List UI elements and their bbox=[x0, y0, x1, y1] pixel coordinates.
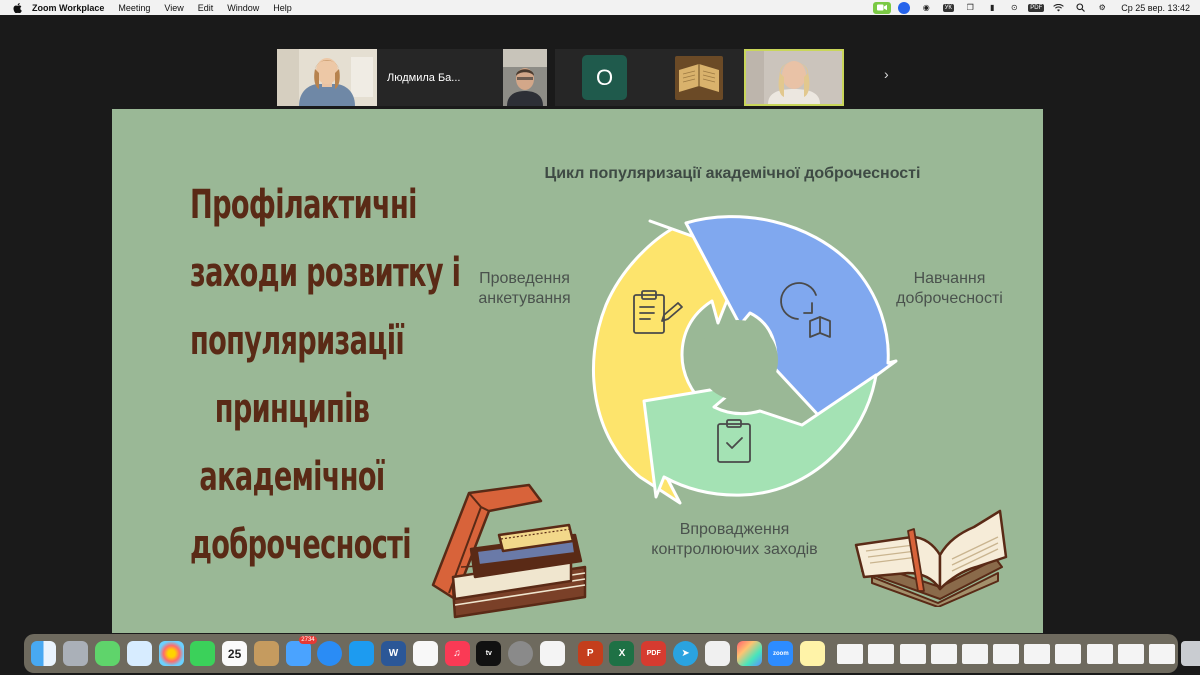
battery-icon[interactable]: ▮ bbox=[981, 0, 1003, 15]
freeform-icon[interactable] bbox=[539, 641, 565, 666]
participant-initial-avatar: О bbox=[582, 55, 627, 100]
safari-compass-icon[interactable] bbox=[126, 641, 152, 666]
safari-icon[interactable] bbox=[317, 641, 343, 666]
contacts-icon[interactable] bbox=[253, 641, 279, 666]
minimized-window-thumbnail[interactable] bbox=[1086, 643, 1113, 664]
stacked-books-illustration bbox=[431, 483, 587, 619]
minimized-window-thumbnail[interactable] bbox=[868, 643, 895, 664]
search-icon[interactable] bbox=[1069, 0, 1091, 15]
menu-edit[interactable]: Edit bbox=[198, 3, 214, 13]
textedit-icon[interactable] bbox=[704, 641, 730, 666]
minimized-window-thumbnail[interactable] bbox=[899, 643, 926, 664]
play-icon[interactable]: ⊙ bbox=[1003, 0, 1025, 15]
slide-title-line: принципів bbox=[214, 386, 370, 432]
cycle-step-training-label: Навчання доброчесності bbox=[896, 270, 1003, 307]
window-icon[interactable]: ❐ bbox=[959, 0, 981, 15]
mail-icon[interactable]: 2734 bbox=[285, 636, 317, 666]
gallery-next-arrow-icon[interactable]: › bbox=[884, 66, 896, 82]
keyboard-layout-indicator[interactable]: УК bbox=[937, 0, 959, 15]
apple-tv-icon[interactable]: tv bbox=[476, 641, 502, 666]
slide-title: Профілактичні заходи розвитку і популяри… bbox=[190, 171, 461, 579]
menu-meeting[interactable]: Meeting bbox=[118, 3, 150, 13]
menu-window[interactable]: Window bbox=[227, 3, 259, 13]
facetime-icon[interactable] bbox=[190, 641, 216, 666]
pdf-icon[interactable]: PDF bbox=[1025, 0, 1047, 15]
menubar-clock[interactable]: Ср 25 вер. 13:42 bbox=[1121, 3, 1190, 13]
participant-video-tile[interactable] bbox=[503, 49, 547, 106]
minimized-window-thumbnail[interactable] bbox=[837, 643, 864, 664]
participant-name: Людмила Ба... bbox=[387, 71, 461, 84]
telegram-icon[interactable]: ➤ bbox=[673, 641, 699, 666]
participant-video-tile[interactable] bbox=[654, 49, 744, 106]
messages-icon[interactable] bbox=[94, 641, 120, 666]
launchpad-icon[interactable] bbox=[63, 641, 89, 666]
menu-help[interactable]: Help bbox=[273, 3, 292, 13]
mail-unread-badge: 2734 bbox=[299, 636, 317, 644]
minimized-window-thumbnail[interactable] bbox=[1024, 643, 1051, 664]
excel-icon[interactable]: X bbox=[609, 641, 635, 666]
pdf-reader-icon[interactable]: PDF bbox=[641, 641, 667, 666]
music-icon[interactable]: ♫ bbox=[444, 641, 470, 666]
participant-video-tile[interactable] bbox=[277, 49, 377, 106]
minimized-window-thumbnail[interactable] bbox=[1149, 643, 1175, 664]
apple-icon[interactable] bbox=[10, 2, 24, 13]
wifi-icon[interactable] bbox=[1047, 0, 1069, 15]
cycle-diagram bbox=[591, 215, 898, 505]
word-icon[interactable]: W bbox=[380, 641, 406, 666]
blue-app-icon[interactable] bbox=[893, 0, 915, 15]
dock: 25 2734 W ♫ tv P X PDF ➤ zoom bbox=[24, 634, 1200, 673]
system-settings-icon[interactable] bbox=[508, 641, 534, 666]
powerpoint-icon[interactable]: P bbox=[577, 641, 603, 666]
cycle-diagram-title: Цикл популяризації академічної доброчесн… bbox=[544, 165, 921, 182]
shared-presentation-slide: Профілактичні заходи розвитку і популяри… bbox=[112, 109, 1043, 633]
minimized-window-thumbnail[interactable] bbox=[930, 643, 957, 664]
minimized-window-thumbnail[interactable] bbox=[993, 643, 1020, 664]
participant-gallery: Людмила Ба... О bbox=[277, 49, 844, 106]
slide-title-line: доброчесності bbox=[190, 522, 412, 568]
minimized-window-thumbnail[interactable] bbox=[961, 643, 988, 664]
calendar-icon[interactable]: 25 bbox=[222, 641, 248, 666]
control-center-icon[interactable]: ⚙ bbox=[1091, 0, 1113, 15]
app-name-menu[interactable]: Zoom Workplace bbox=[32, 3, 104, 13]
zoom-video-status-icon[interactable] bbox=[871, 0, 893, 15]
slide-title-line: Профілактичні bbox=[190, 182, 417, 228]
reminders-icon[interactable] bbox=[412, 641, 438, 666]
slide-title-line: популяризації bbox=[190, 318, 405, 364]
app-store-icon[interactable] bbox=[349, 641, 375, 666]
slide-title-line: заходи розвитку і bbox=[190, 250, 461, 296]
minimized-window-thumbnail[interactable] bbox=[1055, 643, 1082, 664]
cycle-step-survey-label: Проведення анкетування bbox=[478, 270, 571, 307]
menu-view[interactable]: View bbox=[164, 3, 183, 13]
chat-icon[interactable]: ◉ bbox=[915, 0, 937, 15]
zoom-icon[interactable]: zoom bbox=[768, 641, 794, 666]
menu-bar: Zoom Workplace Meeting View Edit Window … bbox=[0, 0, 1200, 15]
status-tray: ◉ УК ❐ ▮ ⊙ PDF ⚙ Ср 25 вер. 13:42 bbox=[871, 0, 1190, 15]
open-book-illustration bbox=[854, 509, 1008, 607]
participant-avatar-tile[interactable]: О bbox=[555, 49, 654, 106]
finder-icon[interactable] bbox=[31, 641, 57, 666]
colorful-app-icon[interactable] bbox=[736, 641, 762, 666]
active-speaker-video-tile[interactable] bbox=[744, 49, 844, 106]
notes-icon[interactable] bbox=[800, 641, 826, 666]
trash-icon[interactable] bbox=[1180, 641, 1200, 666]
slide-title-line: академічної bbox=[199, 454, 385, 500]
photos-icon[interactable] bbox=[158, 641, 184, 666]
minimized-window-thumbnail[interactable] bbox=[1117, 643, 1144, 664]
cycle-step-control-label: Впровадження контролюючих заходів bbox=[651, 521, 818, 558]
participant-name-tile[interactable]: Людмила Ба... bbox=[377, 49, 503, 106]
